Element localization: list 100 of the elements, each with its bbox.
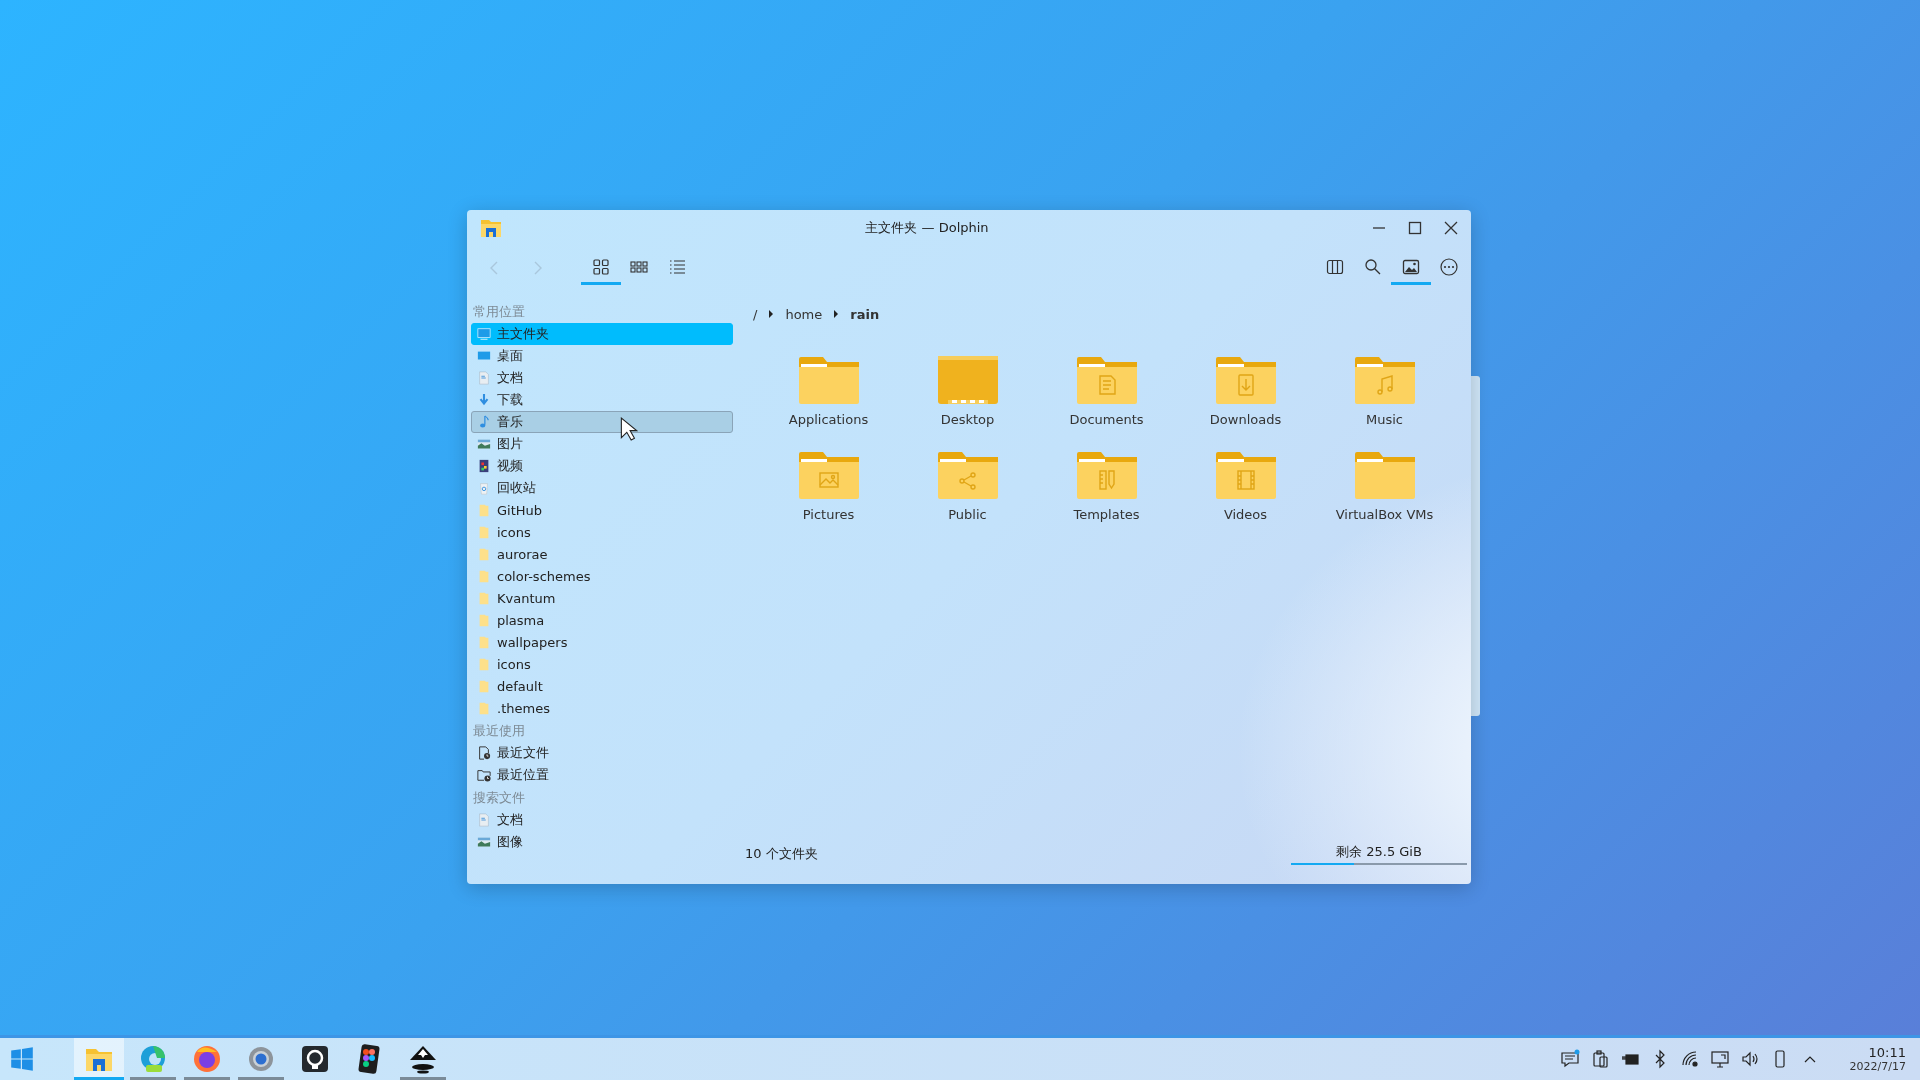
sidebar-item[interactable]: 图像 bbox=[471, 831, 733, 853]
sidebar-item[interactable]: 下载 bbox=[471, 389, 733, 411]
folder-icon bbox=[935, 449, 1000, 501]
sidebar-item[interactable]: 音乐 bbox=[471, 411, 733, 433]
start-menu-icon[interactable] bbox=[10, 1047, 34, 1071]
folder-icon bbox=[1213, 354, 1278, 406]
network-icon[interactable] bbox=[1679, 1049, 1700, 1069]
clock-time[interactable]: 10:11 bbox=[1868, 1045, 1906, 1060]
folder-icon bbox=[1213, 449, 1278, 501]
sidebar-item[interactable]: 视频 bbox=[471, 455, 733, 477]
search-icon bbox=[1363, 256, 1383, 277]
folder-name: Downloads bbox=[1209, 412, 1282, 427]
sidebar-item[interactable]: plasma bbox=[471, 609, 733, 631]
folder-name: Videos bbox=[1223, 507, 1268, 522]
sidebar-item[interactable]: .themes bbox=[471, 697, 733, 719]
sidebar-item[interactable]: color-schemes bbox=[471, 565, 733, 587]
folder-icon bbox=[1352, 354, 1417, 406]
folder-icon bbox=[477, 525, 491, 539]
folder-item[interactable]: Templates bbox=[1037, 449, 1176, 522]
folder-item[interactable]: Music bbox=[1315, 354, 1454, 427]
sidebar-item[interactable]: 文档 bbox=[471, 809, 733, 831]
folder-icon bbox=[477, 679, 491, 693]
sidebar-item[interactable]: 图片 bbox=[471, 433, 733, 455]
free-space-label: 剩余 25.5 GiB bbox=[1336, 843, 1422, 861]
section-heading: 最近使用 bbox=[472, 722, 526, 740]
sidebar-item[interactable]: wallpapers bbox=[471, 631, 733, 653]
folder-icon bbox=[477, 701, 491, 715]
folder-icon bbox=[477, 657, 491, 671]
sidebar-item[interactable]: 文档 bbox=[471, 367, 733, 389]
breadcrumb-link[interactable]: / bbox=[753, 306, 758, 322]
folder-icon bbox=[477, 613, 491, 627]
desktop-folder-icon bbox=[935, 354, 1000, 406]
sidebar-item[interactable]: icons bbox=[471, 653, 733, 675]
breadcrumb-link[interactable]: rain bbox=[850, 306, 880, 322]
document-icon bbox=[477, 371, 491, 385]
mouse-pointer-icon bbox=[620, 417, 638, 441]
folder-icon bbox=[477, 503, 491, 517]
clock-date[interactable]: 2022/7/17 bbox=[1849, 1060, 1906, 1073]
folder-name: Public bbox=[948, 507, 987, 522]
window-title: 主文件夹 — Dolphin bbox=[865, 219, 989, 237]
download-icon bbox=[477, 393, 491, 407]
section-heading: 搜索文件 bbox=[472, 789, 526, 807]
folder-count: 10 个文件夹 bbox=[745, 845, 818, 863]
sidebar-item[interactable]: aurorae bbox=[471, 543, 733, 565]
folder-name: Applications bbox=[788, 412, 869, 427]
github-app-icon bbox=[299, 1043, 331, 1075]
firefox-app-icon bbox=[191, 1043, 223, 1075]
folder-name: Templates bbox=[1073, 507, 1140, 522]
folder-item[interactable]: Downloads bbox=[1176, 354, 1315, 427]
recent-places-icon bbox=[477, 768, 491, 782]
trash-icon bbox=[477, 481, 491, 495]
sidebar-item[interactable]: 桌面 bbox=[471, 345, 733, 367]
folder-item[interactable]: VirtualBox VMs bbox=[1315, 449, 1454, 522]
display-icon[interactable] bbox=[1709, 1049, 1730, 1069]
close-icon[interactable] bbox=[1443, 220, 1459, 236]
folder-icon bbox=[796, 449, 861, 501]
desktop-icon bbox=[477, 349, 491, 363]
sidebar-item[interactable]: 主文件夹 bbox=[471, 323, 733, 345]
video-icon bbox=[477, 459, 491, 473]
folder-name: Desktop bbox=[940, 412, 995, 427]
volume-icon[interactable] bbox=[1739, 1049, 1760, 1069]
home-icon bbox=[477, 327, 491, 341]
chevron-icon bbox=[767, 310, 776, 318]
picture-icon bbox=[477, 437, 491, 451]
folder-name: Documents bbox=[1069, 412, 1144, 427]
folder-item[interactable]: Documents bbox=[1037, 354, 1176, 427]
folder-item[interactable]: Videos bbox=[1176, 449, 1315, 522]
folder-item[interactable]: Applications bbox=[759, 354, 898, 427]
document-icon bbox=[477, 813, 491, 827]
recent-files-icon bbox=[477, 746, 491, 760]
folder-name: VirtualBox VMs bbox=[1335, 507, 1434, 522]
folder-icon bbox=[477, 569, 491, 583]
breadcrumb-link[interactable]: home bbox=[785, 306, 823, 322]
menu-icon bbox=[1439, 256, 1459, 277]
chevron-icon bbox=[832, 310, 841, 318]
sidebar-item[interactable]: 最近文件 bbox=[471, 742, 733, 764]
folder-name: Pictures bbox=[802, 507, 855, 522]
sidebar-item[interactable]: icons bbox=[471, 521, 733, 543]
picture-icon bbox=[477, 835, 491, 849]
files-app-button[interactable] bbox=[74, 1038, 124, 1080]
folder-item[interactable]: Pictures bbox=[759, 449, 898, 522]
sidebar-item[interactable]: 回收站 bbox=[471, 477, 733, 499]
grid-icon bbox=[591, 256, 611, 277]
sidebar-item[interactable]: Kvantum bbox=[471, 587, 733, 609]
folder-icon bbox=[477, 547, 491, 561]
sidebar-item[interactable]: 最近位置 bbox=[471, 764, 733, 786]
sidebar-item[interactable]: GitHub bbox=[471, 499, 733, 521]
notifications-icon[interactable] bbox=[1559, 1049, 1580, 1069]
folder-icon bbox=[477, 591, 491, 605]
folder-item[interactable]: Desktop bbox=[898, 354, 1037, 427]
section-heading: 常用位置 bbox=[472, 303, 526, 321]
folder-icon bbox=[1352, 449, 1417, 501]
folder-name: Music bbox=[1366, 412, 1403, 427]
folder-icon bbox=[477, 635, 491, 649]
maximize-icon[interactable] bbox=[1407, 220, 1423, 236]
sidebar-item[interactable]: default bbox=[471, 675, 733, 697]
folder-icon bbox=[1074, 449, 1139, 501]
folder-icon bbox=[1074, 354, 1139, 406]
folder-item[interactable]: Public bbox=[898, 449, 1037, 522]
folder-icon bbox=[796, 354, 861, 406]
